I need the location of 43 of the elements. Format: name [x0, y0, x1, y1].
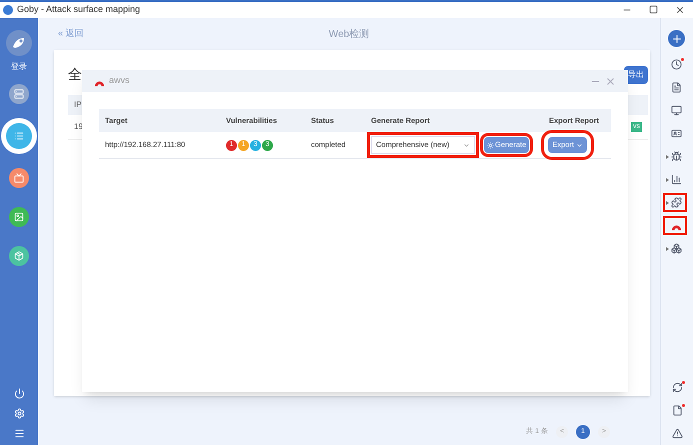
menu-icon[interactable] — [14, 428, 24, 439]
caret-icon — [463, 142, 470, 148]
nav-item[interactable] — [9, 84, 29, 104]
refresh-icon[interactable] — [672, 382, 682, 393]
boxes-icon[interactable] — [671, 243, 682, 254]
app-logo-icon — [3, 5, 13, 15]
caret-icon — [576, 142, 583, 148]
dialog-title: awvs — [109, 74, 130, 88]
logo-icon — [6, 30, 32, 56]
login-label[interactable]: 登录 — [11, 61, 27, 73]
doc-icon[interactable] — [671, 82, 682, 93]
server-icon — [14, 89, 24, 99]
tv-icon — [14, 173, 24, 183]
bug-icon[interactable] — [671, 151, 682, 162]
monitor-icon[interactable] — [671, 105, 682, 116]
page-title: Web检测 — [328, 28, 370, 42]
nav-item[interactable] — [9, 246, 29, 266]
table-header: IP — [74, 99, 82, 111]
maximize-icon[interactable] — [649, 5, 658, 14]
puzzle-icon[interactable] — [671, 197, 682, 208]
warning-icon[interactable] — [672, 428, 682, 439]
settings-icon[interactable] — [14, 408, 24, 419]
caret-icon — [666, 200, 669, 204]
nav-item[interactable] — [9, 168, 29, 188]
window-title: Goby - Attack surface mapping — [17, 3, 140, 16]
chart-icon[interactable] — [671, 174, 682, 185]
caret-icon — [666, 154, 669, 158]
sun-icon — [487, 142, 494, 148]
card-title: 全 — [68, 65, 82, 84]
image-icon — [14, 212, 24, 222]
file-icon[interactable] — [672, 405, 682, 416]
nav-item[interactable] — [9, 207, 29, 227]
plus-icon — [670, 32, 682, 44]
add-button[interactable] — [668, 30, 685, 47]
power-icon[interactable] — [14, 388, 24, 399]
caret-icon — [666, 178, 669, 182]
caret-icon — [666, 246, 669, 250]
list-icon — [14, 131, 24, 141]
box-icon — [14, 251, 24, 261]
back-link[interactable]: « 返回 — [58, 27, 84, 41]
card-icon[interactable] — [671, 128, 682, 139]
clock-icon[interactable] — [671, 59, 682, 70]
close-icon[interactable] — [675, 5, 685, 15]
